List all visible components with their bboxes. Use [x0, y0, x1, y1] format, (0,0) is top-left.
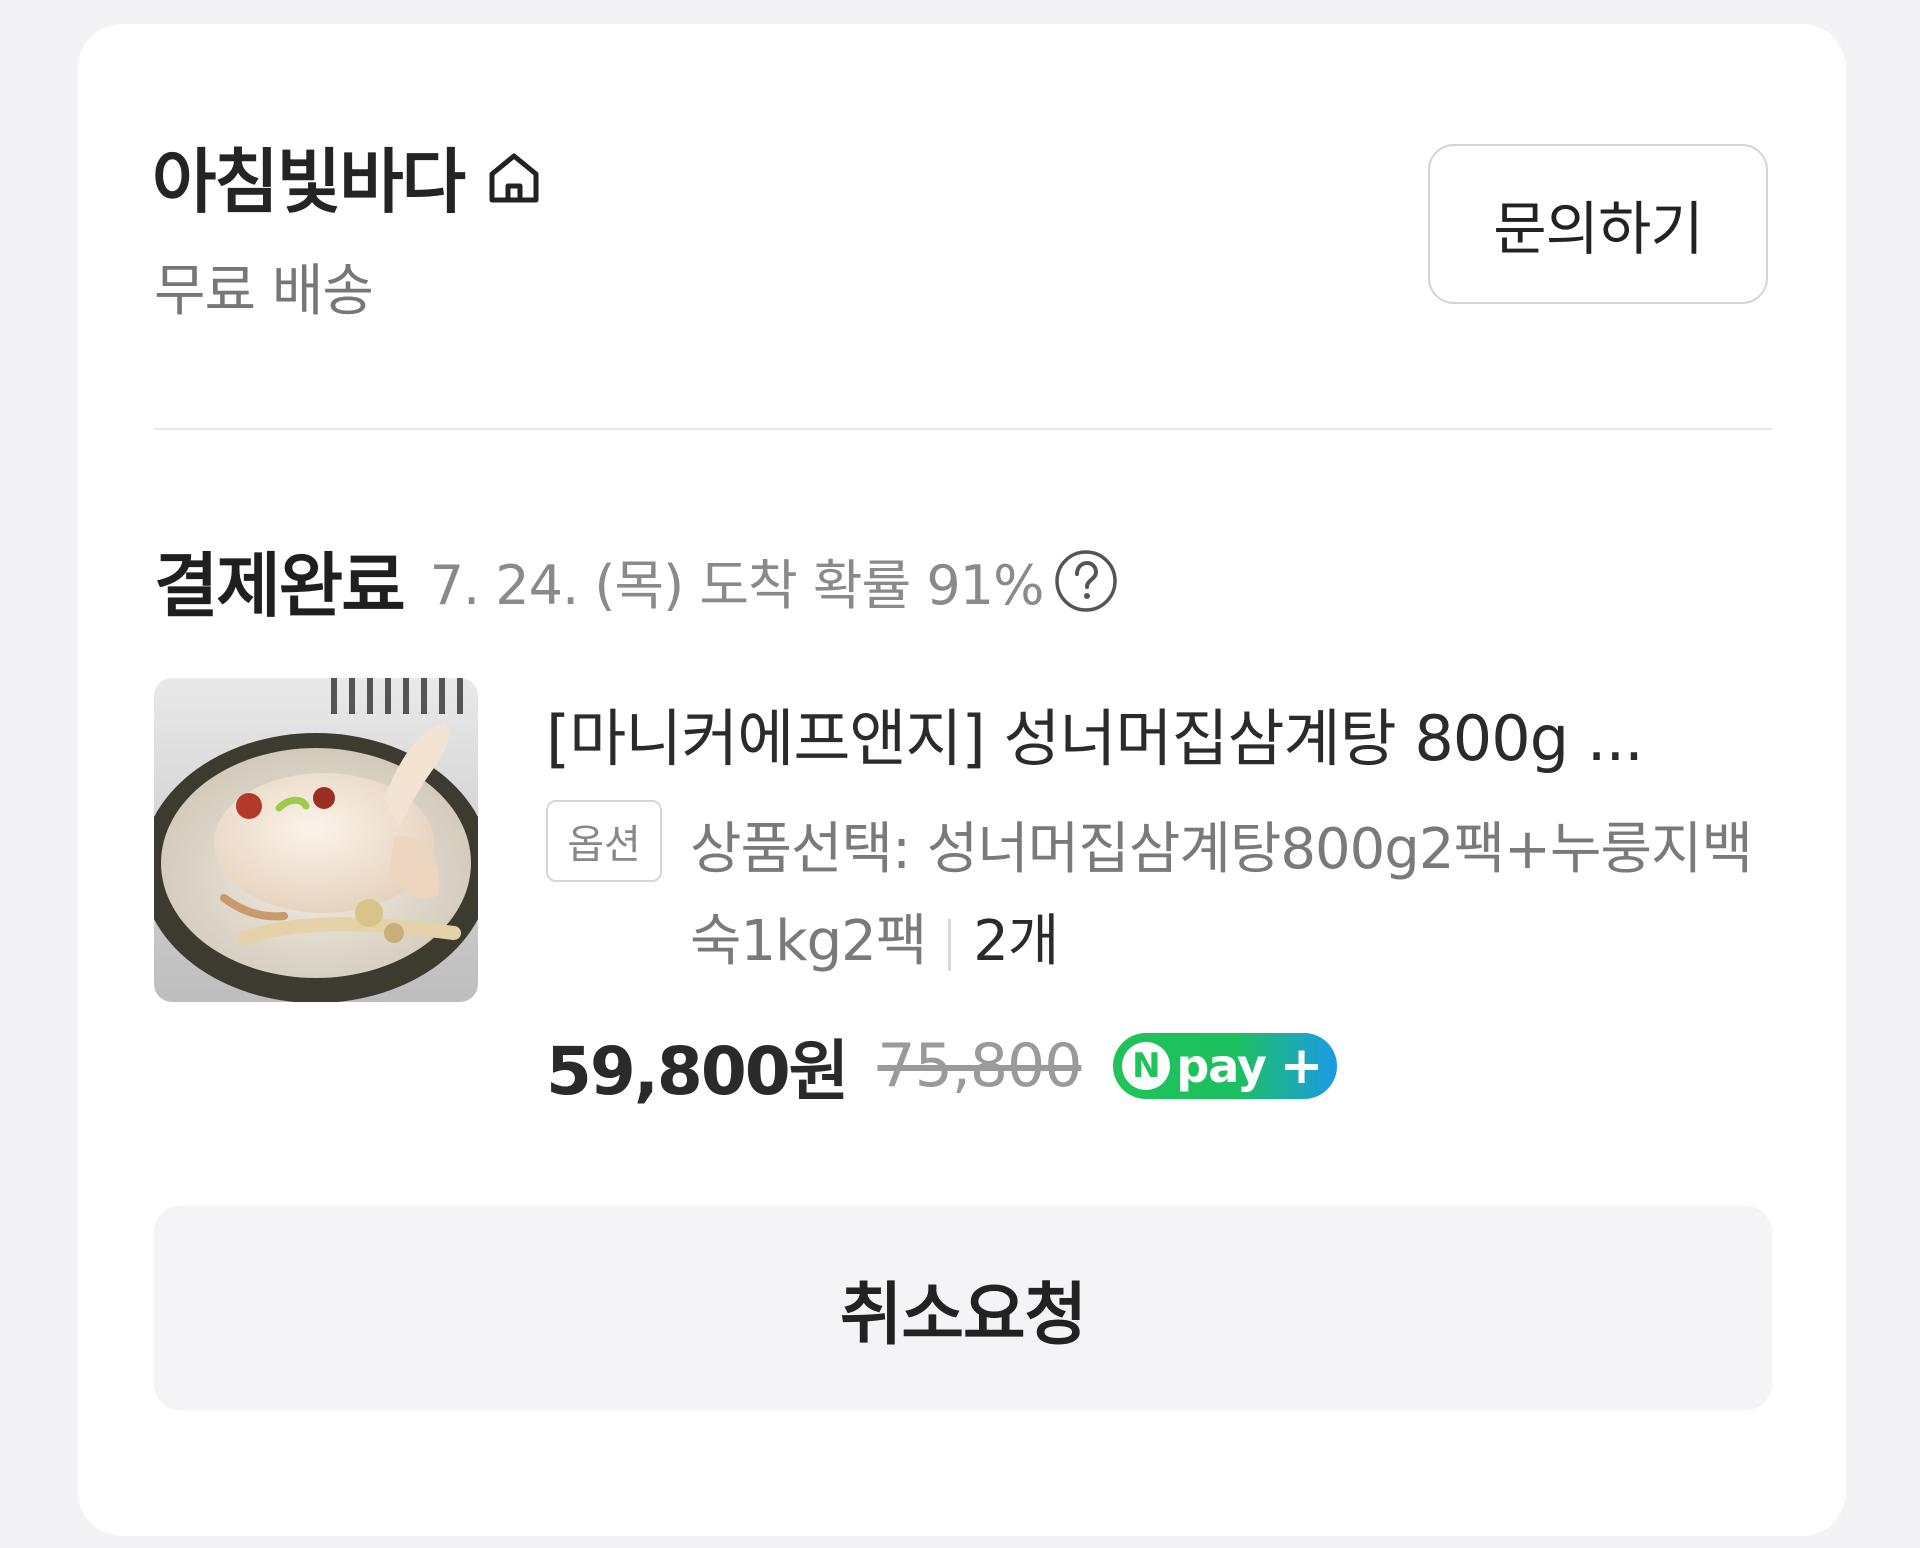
arrival-estimate: 7. 24. (목) 도착 확률 91% [429, 554, 1045, 617]
shipping-info: 무료 배송 [154, 259, 374, 324]
cancel-request-button[interactable]: 취소요청 [154, 1206, 1772, 1410]
option-badge: 옵션 [546, 800, 662, 882]
product-thumbnail[interactable] [154, 678, 478, 1002]
store-header[interactable]: 아침빛바다 [152, 126, 546, 227]
separator [948, 918, 952, 971]
store-name[interactable]: 아침빛바다 [152, 126, 466, 227]
original-price: 75,800 [877, 1031, 1082, 1101]
product-title[interactable]: [마니커에프앤지] 성너머집삼계탕 800g ... [546, 688, 1776, 778]
option-description: 상품선택: 성너머집삼계탕800g2팩+누룽지백숙1kg2팩 [690, 817, 1753, 974]
price-row: 59,800원 75,800 N pay + [546, 1018, 1338, 1114]
order-status-row: 결제완료 7. 24. (목) 도착 확률 91% [154, 530, 1119, 631]
inquiry-button[interactable]: 문의하기 [1428, 144, 1768, 304]
question-circle-icon[interactable] [1053, 548, 1119, 614]
quantity: 2개 [973, 909, 1059, 974]
npay-n-icon: N [1122, 1042, 1171, 1090]
divider [154, 428, 1772, 430]
home-icon[interactable] [482, 145, 546, 209]
sale-price: 59,800원 [546, 1033, 849, 1110]
npay-plus-badge: N pay + [1113, 1033, 1338, 1099]
plus-icon: + [1279, 1036, 1324, 1096]
option-details: 상품선택: 성너머집삼계탕800g2팩+누룽지백숙1kg2팩 2개 [690, 804, 1790, 988]
npay-label: pay [1176, 1039, 1267, 1093]
order-status: 결제완료 [154, 545, 406, 627]
